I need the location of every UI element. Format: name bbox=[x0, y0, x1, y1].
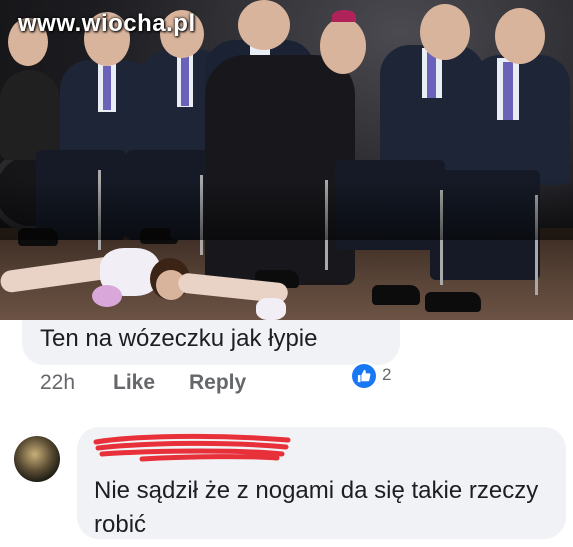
reaction-count: 2 bbox=[382, 365, 392, 384]
redaction-scribble bbox=[93, 433, 291, 462]
watermark: www.wiocha.pl bbox=[18, 10, 196, 37]
thumbs-up-icon bbox=[352, 364, 376, 388]
reaction-summary[interactable]: 2 bbox=[352, 364, 396, 388]
comment-text: Nie sądził że z nogami da się takie rzec… bbox=[94, 477, 539, 538]
like-button[interactable]: Like bbox=[113, 371, 155, 395]
post-photo[interactable]: www.wiocha.pl bbox=[0, 0, 573, 320]
comment-text: Ten na wózeczku jak łypie bbox=[40, 325, 318, 352]
avatar[interactable] bbox=[14, 436, 60, 482]
reply-button[interactable]: Reply bbox=[189, 371, 246, 395]
comment-timestamp[interactable]: 22h bbox=[40, 371, 75, 395]
